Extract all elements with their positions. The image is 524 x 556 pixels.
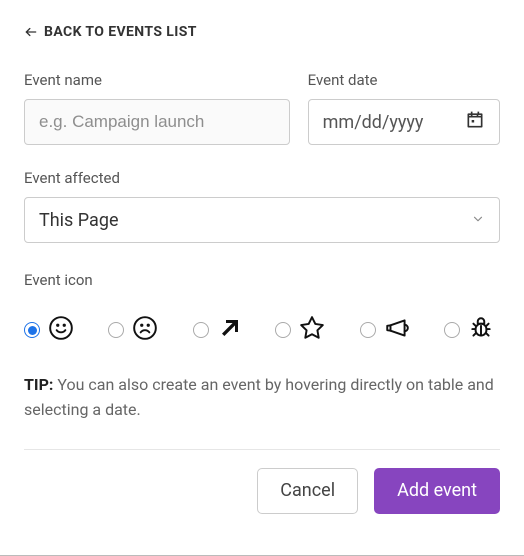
- radio-icon: [108, 322, 124, 338]
- event-icon-option-megaphone[interactable]: [360, 315, 410, 345]
- event-name-input[interactable]: [24, 99, 290, 145]
- radio-icon: [193, 322, 209, 338]
- cancel-button[interactable]: Cancel: [257, 468, 358, 514]
- radio-icon: [24, 322, 40, 338]
- radio-icon: [275, 322, 291, 338]
- event-icon-option-star[interactable]: [275, 315, 325, 345]
- radio-icon: [444, 322, 460, 338]
- calendar-icon: [465, 110, 485, 135]
- tip-prefix: TIP:: [24, 375, 53, 394]
- bug-icon: [468, 315, 494, 345]
- add-event-button[interactable]: Add event: [374, 468, 500, 514]
- arrow-left-icon: [24, 25, 38, 39]
- event-icon-option-smile[interactable]: [24, 315, 74, 345]
- event-date-placeholder: mm/dd/yyyy: [323, 112, 424, 133]
- event-affected-label: Event affected: [24, 169, 500, 187]
- divider: [24, 449, 500, 450]
- frown-icon: [132, 315, 158, 345]
- event-icon-option-arrow[interactable]: [193, 316, 241, 344]
- tip-body: You can also create an event by hovering…: [24, 375, 494, 419]
- chevron-down-icon: [471, 210, 485, 231]
- event-date-input[interactable]: mm/dd/yyyy: [308, 99, 500, 145]
- event-icon-option-bug[interactable]: [444, 315, 494, 345]
- radio-icon: [360, 322, 376, 338]
- event-icon-label: Event icon: [24, 271, 500, 289]
- event-name-label: Event name: [24, 71, 290, 89]
- back-to-events-link[interactable]: BACK TO EVENTS LIST: [24, 24, 197, 40]
- event-icon-option-frown[interactable]: [108, 315, 158, 345]
- event-affected-value: This Page: [39, 210, 119, 231]
- back-link-label: BACK TO EVENTS LIST: [44, 24, 197, 40]
- smile-icon: [48, 315, 74, 345]
- arrow-up-right-icon: [217, 316, 241, 344]
- event-affected-select[interactable]: This Page: [24, 197, 500, 243]
- megaphone-icon: [384, 315, 410, 345]
- tip-text: TIP: You can also create an event by hov…: [24, 373, 500, 423]
- star-icon: [299, 315, 325, 345]
- event-date-label: Event date: [308, 71, 500, 89]
